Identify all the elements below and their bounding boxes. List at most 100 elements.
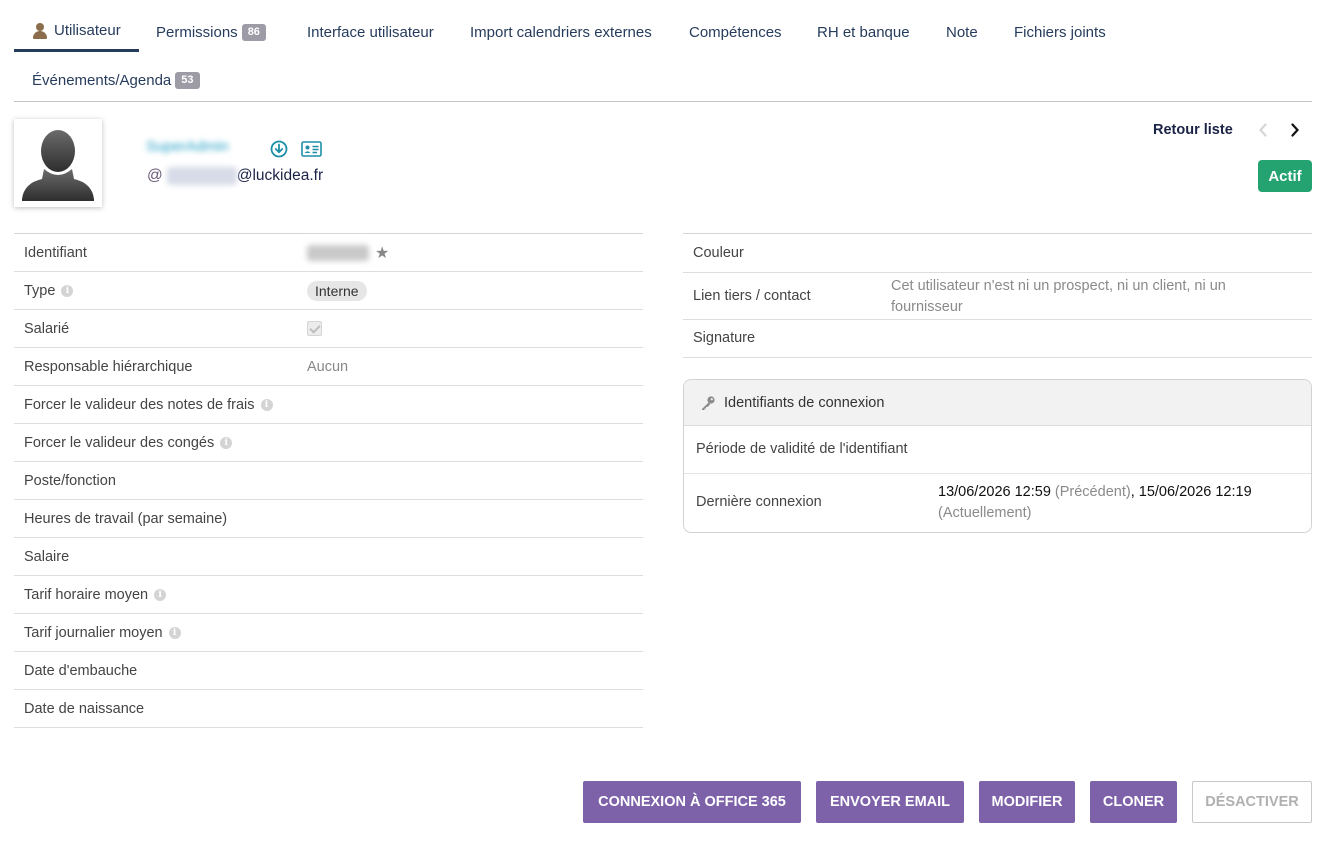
events-count-badge: 53 (175, 71, 200, 89)
tab-label: Note (946, 23, 978, 41)
login-credentials-panel: Identifiants de connexion Période de val… (683, 379, 1312, 533)
tab-rh-banque[interactable]: RH et banque (817, 12, 910, 52)
user-extra-fields-table: Couleur Lien tiers / contact Cet utilisa… (683, 233, 1312, 358)
field-row-valideur-conges: Forcer le valideur des congés i (14, 424, 643, 462)
login-separator: , (1130, 484, 1139, 500)
tab-evenements-agenda[interactable]: Événements/Agenda 53 (32, 60, 200, 100)
field-row-date-embauche: Date d'embauche (14, 652, 643, 690)
field-label: Poste/fonction (24, 472, 116, 489)
info-icon[interactable]: i (61, 284, 74, 297)
info-icon[interactable]: i (260, 398, 273, 411)
tab-label: Compétences (689, 23, 782, 41)
deactivate-button[interactable]: DÉSACTIVER (1192, 781, 1312, 823)
email-local-part (166, 167, 237, 185)
permissions-count-badge: 86 (241, 23, 266, 41)
field-label: Salaire (24, 548, 70, 565)
previous-login-date: 13/06/2026 12:59 (938, 484, 1051, 500)
status-badge: Actif (1258, 160, 1312, 192)
user-silhouette-icon (22, 130, 94, 201)
field-label-text: Tarif horaire moyen (24, 586, 149, 603)
field-row-valideur-notes-frais: Forcer le valideur des notes de frais i (14, 386, 643, 424)
info-icon[interactable]: i (154, 588, 167, 601)
validity-row: Période de validité de l'identifiant (684, 426, 1311, 474)
tab-permissions[interactable]: Permissions 86 (156, 12, 266, 52)
field-value: Interne (307, 280, 367, 301)
tab-interface-utilisateur[interactable]: Interface utilisateur (307, 12, 434, 52)
field-value: Aucun (307, 358, 349, 375)
avatar[interactable] (14, 119, 102, 207)
send-email-button[interactable]: ENVOYER EMAIL (816, 781, 964, 823)
username[interactable]: SuperAdmin (146, 138, 254, 158)
field-row-responsable: Responsable hiérarchique Aucun (14, 348, 643, 386)
vcard-icon[interactable] (301, 141, 322, 157)
tab-import-calendriers[interactable]: Import calendriers externes (470, 12, 652, 52)
clone-button[interactable]: CLONER (1090, 781, 1177, 823)
key-icon (702, 395, 715, 410)
field-value: ★ (307, 243, 389, 263)
field-label: Tarif journalier moyen i (24, 625, 181, 641)
last-login-value: 13/06/2026 12:59 (Précédent), 15/06/2026… (938, 482, 1298, 524)
tab-label: RH et banque (817, 23, 910, 41)
field-label: Forcer le valideur des notes de frais i (24, 397, 273, 413)
previous-login-note: (Précédent) (1050, 484, 1131, 500)
current-login-date: 15/06/2026 12:19 (1138, 484, 1252, 500)
field-row-salarie: Salarié (14, 310, 643, 348)
tab-utilisateur[interactable]: Utilisateur (14, 12, 139, 52)
info-icon[interactable]: i (168, 626, 181, 639)
field-row-identifiant: Identifiant ★ (14, 234, 643, 272)
tab-fichiers-joints[interactable]: Fichiers joints (1014, 12, 1106, 52)
field-row-date-naissance: Date de naissance (14, 690, 643, 728)
info-icon[interactable]: i (220, 436, 233, 449)
current-login-note: (Actuellement) (938, 505, 1032, 521)
type-pill: Interne (307, 280, 367, 301)
tab-label: Fichiers joints (1014, 23, 1106, 41)
field-row-type: Type i Interne (14, 272, 643, 310)
field-label-text: Forcer le valideur des congés (24, 434, 215, 451)
field-row-tarif-horaire: Tarif horaire moyen i (14, 576, 643, 614)
field-label-text: Forcer le valideur des notes de frais (24, 396, 255, 413)
tab-label: Interface utilisateur (307, 23, 434, 41)
user-icon (32, 22, 48, 39)
star-icon: ★ (375, 244, 390, 262)
tab-competences[interactable]: Compétences (689, 12, 782, 52)
download-icon[interactable] (270, 140, 288, 158)
email-domain[interactable]: @luckidea.fr (237, 167, 323, 185)
tab-bar: Utilisateur Permissions 86 Interface uti… (14, 12, 1312, 102)
user-fields-table: Identifiant ★ Type i Interne Salarié Resp… (14, 233, 643, 728)
back-to-list-link[interactable]: Retour liste (1153, 122, 1233, 138)
field-row-signature: Signature (683, 320, 1312, 358)
field-row-salaire: Salaire (14, 538, 643, 576)
tab-note[interactable]: Note (946, 12, 978, 52)
field-row-heures-travail: Heures de travail (par semaine) (14, 500, 643, 538)
field-label: Heures de travail (par semaine) (24, 510, 228, 527)
login-panel-title: Identifiants de connexion (724, 394, 885, 411)
connect-office365-button[interactable]: CONNEXION À OFFICE 365 (583, 781, 801, 823)
field-value (307, 321, 322, 336)
field-label: Période de validité de l'identifiant (696, 441, 908, 457)
field-label: Dernière connexion (696, 494, 822, 510)
tab-label: Import calendriers externes (470, 23, 652, 41)
field-value: Cet utilisateur n'est ni un prospect, ni… (891, 278, 1226, 315)
employee-checkbox (307, 321, 322, 336)
field-label: Forcer le valideur des congés i (24, 434, 233, 451)
chevron-right-icon[interactable] (1288, 121, 1302, 139)
field-label: Date de naissance (24, 700, 145, 717)
field-label: Lien tiers / contact (693, 288, 811, 304)
field-label-text: Tarif journalier moyen (24, 624, 163, 641)
field-label-text: Type (24, 282, 56, 299)
field-label: Salarié (24, 320, 70, 337)
field-label: Responsable hiérarchique (24, 358, 193, 375)
field-row-tarif-journalier: Tarif journalier moyen i (14, 614, 643, 652)
field-label: Couleur (693, 245, 744, 261)
email-at-icon: @ (147, 167, 163, 184)
tab-label: Utilisateur (54, 22, 121, 39)
field-label: Identifiant (24, 244, 87, 261)
tab-label: Permissions (156, 23, 238, 41)
field-label: Type i (24, 282, 74, 299)
last-login-row: Dernière connexion 13/06/2026 12:59 (Pré… (684, 474, 1311, 532)
field-row-lien-tiers: Lien tiers / contact Cet utilisateur n'e… (683, 273, 1312, 320)
chevron-left-icon[interactable] (1256, 121, 1270, 139)
tab-label: Événements/Agenda (32, 71, 172, 89)
field-label: Tarif horaire moyen i (24, 586, 167, 603)
modify-button[interactable]: MODIFIER (979, 781, 1075, 823)
